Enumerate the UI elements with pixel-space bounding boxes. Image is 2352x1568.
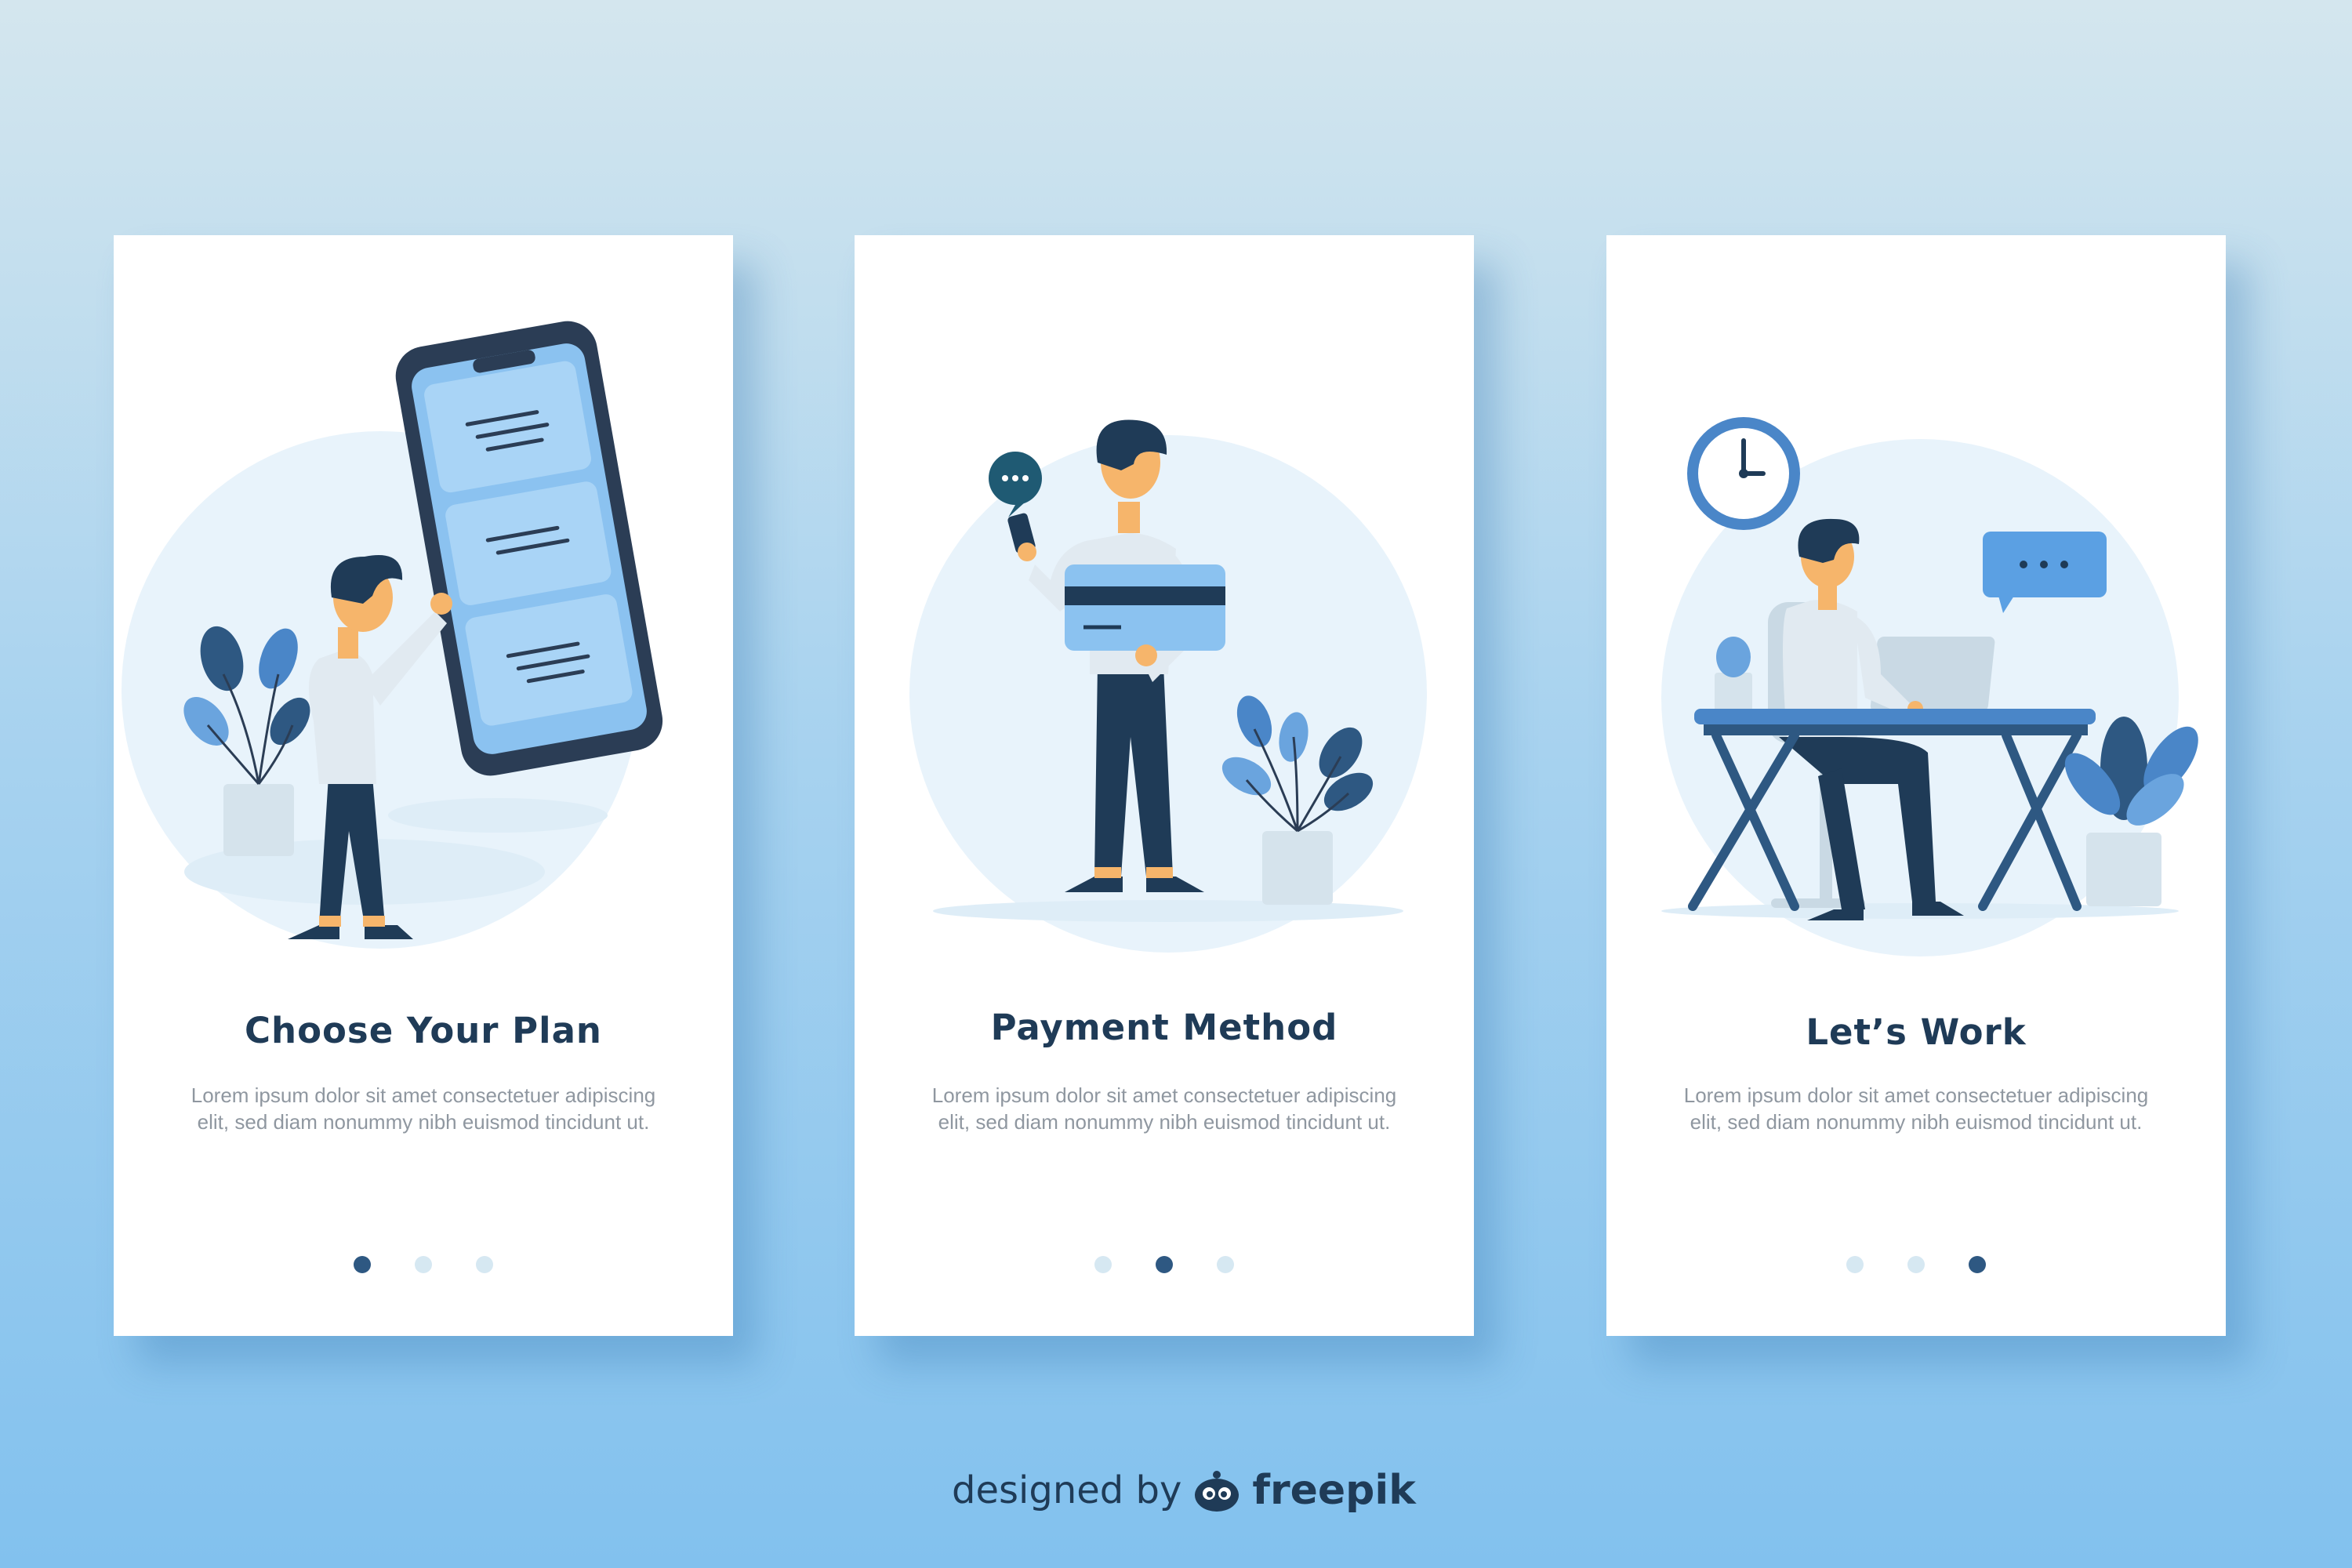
onboarding-card-3: Let’s Work Lorem ipsum dolor sit amet co… [1606,235,2226,1336]
pagination-dot-3[interactable] [1969,1256,1986,1273]
pagination-dot-3[interactable] [476,1256,493,1273]
pagination-dot-1[interactable] [354,1256,371,1273]
choose-plan-illustration [122,321,663,949]
pagination-dot-3[interactable] [1217,1256,1234,1273]
pagination-dots [855,1256,1474,1273]
pagination-dot-2[interactable] [1907,1256,1925,1273]
card-description: Lorem ipsum dolor sit amet consectetuer … [931,1083,1397,1134]
lets-work-illustration [1661,417,2198,956]
brand-name[interactable]: freepik [1252,1467,1415,1514]
pagination-dot-2[interactable] [1156,1256,1173,1273]
pagination-dot-2[interactable] [415,1256,432,1273]
card-title: Let’s Work [1806,1011,2027,1053]
payment-method-illustration [909,419,1427,953]
designer-credit: designed by freepik [952,1463,1416,1518]
pagination-dot-1[interactable] [1846,1256,1864,1273]
freepik-logo-icon [1195,1471,1240,1512]
pagination-dots [114,1256,733,1273]
credit-text: designed by [952,1468,1182,1512]
onboarding-card-2: Payment Method Lorem ipsum dolor sit ame… [855,235,1474,1336]
card-title: Choose Your Plan [245,1010,602,1051]
card-description: Lorem ipsum dolor sit amet consectetuer … [1683,1083,2149,1134]
pagination-dot-1[interactable] [1094,1256,1112,1273]
pagination-dots [1606,1256,2226,1273]
card-title: Payment Method [990,1007,1338,1048]
onboarding-card-1: Choose Your Plan Lorem ipsum dolor sit a… [114,235,733,1336]
card-description: Lorem ipsum dolor sit amet consectetuer … [191,1083,656,1134]
